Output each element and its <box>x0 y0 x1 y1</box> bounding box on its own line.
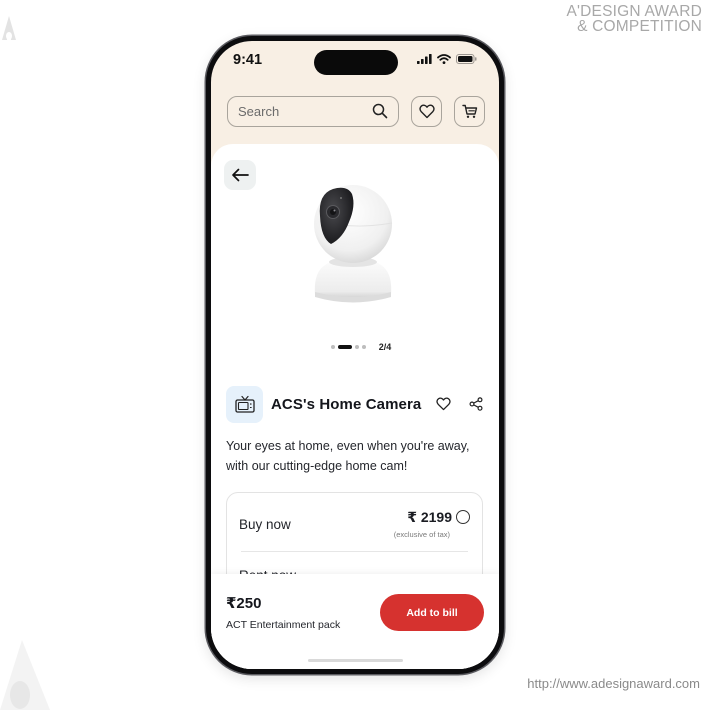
buy-now-radio[interactable] <box>456 510 470 524</box>
arrow-left-icon <box>232 168 249 182</box>
top-header <box>227 95 486 127</box>
cart-button[interactable] <box>454 95 485 127</box>
status-time: 9:41 <box>233 52 263 68</box>
search-input[interactable] <box>238 103 372 119</box>
award-title-line2: & COMPETITION <box>577 18 702 35</box>
pack-price: ₹250 <box>226 595 262 612</box>
phone-frame: 9:41 Search 2/4 ACS's Home Camera Your e… <box>206 36 504 674</box>
option-buy-now[interactable]: Buy now ₹ 2199 (exclusive of tax) <box>227 493 482 553</box>
pager-dot[interactable] <box>361 345 366 349</box>
wifi-icon <box>437 54 451 64</box>
favorite-heart-icon[interactable] <box>436 397 451 411</box>
search-icon[interactable] <box>372 103 388 119</box>
search-box[interactable] <box>227 95 399 127</box>
adesign-logo-watermark-icon <box>0 640 50 710</box>
home-indicator[interactable] <box>308 659 403 662</box>
status-bar: 9:41 <box>211 41 499 87</box>
cart-icon <box>461 104 477 118</box>
pager-dot[interactable] <box>354 345 359 349</box>
cellular-signal-icon <box>417 54 432 64</box>
status-icons <box>417 54 477 64</box>
heart-icon <box>418 104 435 118</box>
wishlist-button[interactable] <box>411 95 442 127</box>
buy-price: ₹ 2199 <box>407 509 452 525</box>
adesign-logo-icon <box>2 16 16 40</box>
tax-note: (exclusive of tax) <box>393 530 450 539</box>
phone-screen: 9:41 Search 2/4 ACS's Home Camera Your e… <box>211 41 499 669</box>
product-image[interactable] <box>303 176 403 311</box>
dynamic-island <box>314 50 398 75</box>
buy-now-label: Buy now <box>239 517 291 532</box>
pager-dot[interactable] <box>330 345 335 349</box>
tv-icon <box>234 395 255 413</box>
checkout-bar: ₹250 ACT Entertainment pack Add to bill <box>211 574 499 669</box>
award-url: http://www.adesignaward.com <box>527 676 700 691</box>
award-title-line1: A'DESIGN AWARD <box>566 3 702 20</box>
product-title: ACS's Home Camera <box>271 395 422 413</box>
product-title-row: ACS's Home Camera <box>226 385 483 423</box>
back-button[interactable] <box>224 160 256 190</box>
image-pager: 2/4 <box>211 342 499 352</box>
share-icon[interactable] <box>469 397 483 411</box>
award-watermark-title: A'DESIGN AWARD & COMPETITION <box>566 3 702 35</box>
battery-icon <box>456 54 477 64</box>
options-divider <box>241 551 468 552</box>
pager-dot-active[interactable] <box>337 345 352 349</box>
add-to-bill-button[interactable]: Add to bill <box>380 594 484 631</box>
product-actions <box>436 397 483 411</box>
product-description: Your eyes at home, even when you're away… <box>226 439 470 473</box>
pack-name: ACT Entertainment pack <box>226 619 341 631</box>
page-count: 2/4 <box>378 342 392 352</box>
category-badge <box>226 385 263 423</box>
